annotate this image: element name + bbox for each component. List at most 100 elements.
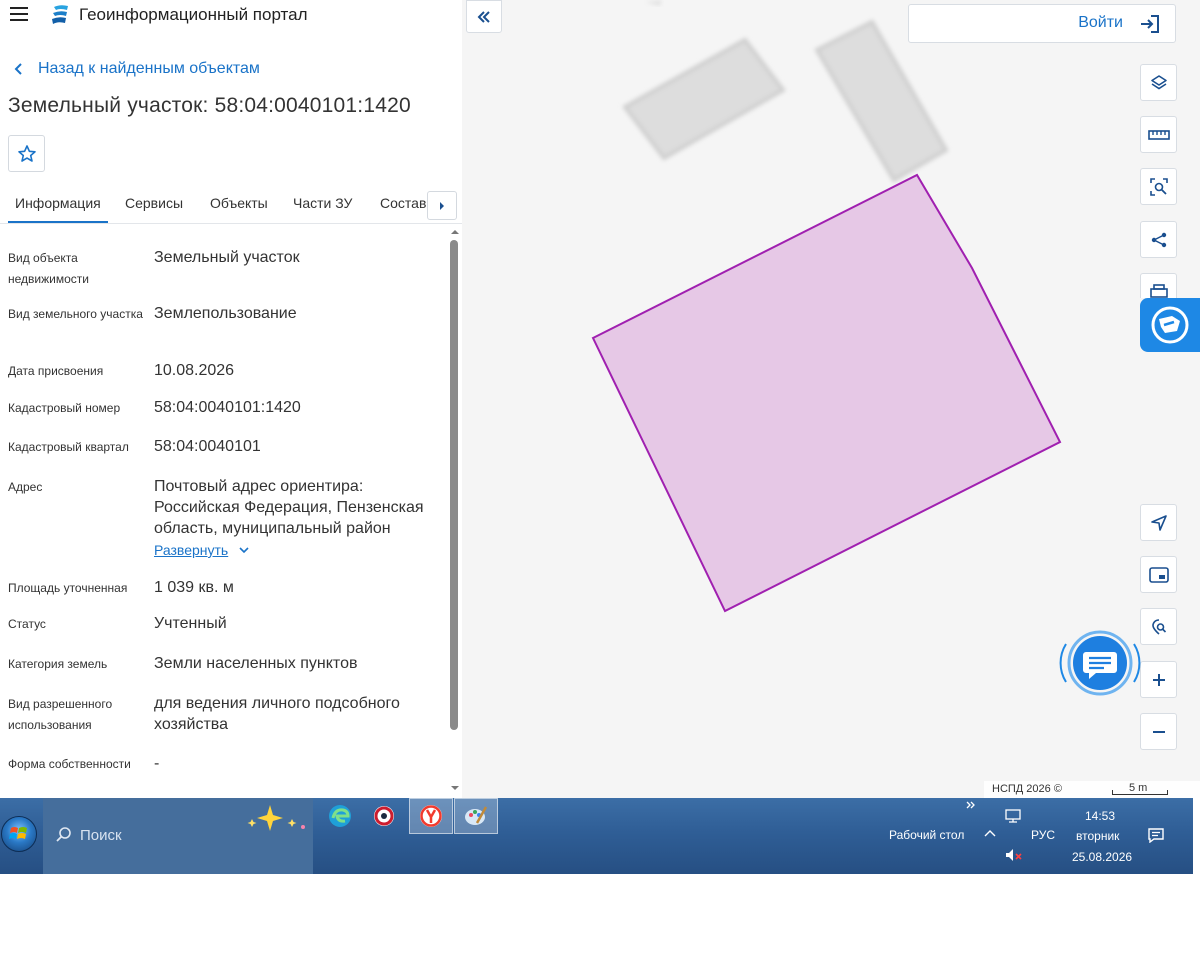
language-indicator[interactable]: РУС	[1031, 828, 1055, 842]
area-search-icon	[1149, 177, 1168, 196]
layers-button[interactable]	[1140, 64, 1177, 101]
gosuslugi-button[interactable]	[1140, 298, 1200, 352]
chat-button[interactable]	[1058, 630, 1142, 696]
start-button[interactable]	[1, 816, 37, 852]
scroll-down-arrow-icon[interactable]	[450, 784, 460, 792]
gosuslugi-icon	[1151, 306, 1189, 344]
chevron-left-icon	[14, 63, 22, 75]
geo-search-icon	[1151, 618, 1166, 635]
notifications-icon[interactable]	[1148, 828, 1164, 843]
chat-bubble-icon	[1059, 630, 1141, 696]
header: Геоинформационный портал	[0, 0, 462, 32]
info-value: для ведения личного подсобного хозяйства	[154, 695, 400, 733]
scale-bar	[1112, 790, 1168, 795]
share-icon	[1151, 232, 1166, 247]
zoom-out-icon	[1152, 730, 1165, 733]
ruler-icon	[1147, 129, 1170, 140]
scrollbar-thumb[interactable]	[450, 240, 458, 730]
info-label: Кадастровый номер	[8, 401, 121, 415]
speaker-muted-icon[interactable]	[1005, 848, 1023, 862]
scroll-up-arrow-icon[interactable]	[450, 228, 460, 236]
chevron-down-icon	[239, 547, 249, 554]
chevron-double-right-icon[interactable]	[966, 801, 976, 809]
zoom-out-button[interactable]	[1140, 713, 1177, 750]
search-placeholder: Поиск	[80, 827, 122, 844]
screen: Геоинформационный портал Назад к найденн…	[0, 0, 1200, 960]
navigation-arrow-icon	[1150, 514, 1167, 531]
map-attribution: НСПД 2026 © 5 m	[984, 781, 1200, 798]
tab-services[interactable]: Сервисы	[125, 186, 183, 223]
collapse-panel-button[interactable]	[466, 0, 502, 33]
info-label: Площадь уточненная	[8, 581, 128, 595]
edge-icon	[329, 805, 351, 827]
ruler-button[interactable]	[1140, 116, 1177, 153]
tab-composition[interactable]: Состав	[380, 186, 426, 223]
minimap-button[interactable]	[1140, 556, 1177, 593]
building-shape	[814, 19, 949, 183]
back-link-label: Назад к найденным объектам	[38, 60, 260, 77]
sparkle-icon	[247, 805, 305, 831]
info-value: Землепользование	[154, 305, 297, 322]
building-shape	[645, 0, 662, 6]
map-view[interactable]: Войти НСПД 2026 © 5 m	[462, 0, 1200, 798]
zoom-in-icon	[1152, 673, 1165, 686]
clock-date[interactable]: 25.08.2026	[1072, 850, 1132, 864]
clock-weekday[interactable]: вторник	[1076, 829, 1119, 843]
info-label: Категория земель	[8, 657, 108, 671]
favorite-button[interactable]	[8, 135, 45, 172]
tab-parts[interactable]: Части ЗУ	[293, 186, 352, 223]
network-icon[interactable]	[1005, 809, 1021, 823]
info-value: Учтенный	[154, 615, 227, 632]
info-value: 10.08.2026	[154, 362, 235, 379]
land-parcel-polygon[interactable]	[591, 173, 1062, 613]
info-label: Вид земельного участка	[8, 307, 143, 321]
print-icon	[1149, 284, 1168, 298]
info-value: -	[154, 755, 160, 772]
windows-logo-icon	[9, 827, 27, 839]
info-label: Вид объекта недвижимости	[8, 251, 89, 286]
print-button[interactable]	[1140, 273, 1177, 298]
search-icon	[56, 827, 71, 842]
expand-address-link[interactable]: Развернуть	[154, 542, 250, 558]
login-button[interactable]: Войти	[908, 4, 1176, 43]
object-info-panel: Геоинформационный портал Назад к найденн…	[0, 0, 462, 798]
minimap-icon	[1148, 566, 1169, 583]
desktop-toolbar-label[interactable]: Рабочий стол	[889, 828, 964, 842]
info-label: Статус	[8, 617, 46, 631]
attribution-text: НСПД 2026 ©	[992, 783, 1062, 795]
zoom-in-button[interactable]	[1140, 661, 1177, 698]
expand-label: Развернуть	[154, 542, 229, 558]
tabs-next-button[interactable]	[427, 191, 457, 220]
back-to-results-link[interactable]: Назад к найденным объектам	[10, 58, 260, 80]
chevron-up-icon[interactable]	[984, 829, 996, 837]
info-label: Кадастровый квартал	[8, 440, 129, 454]
geo-search-button[interactable]	[1140, 608, 1177, 645]
taskbar: Поиск Рабочий стол РУС 14:53 вторник 25.…	[0, 798, 1193, 874]
tab-bar: Информация Сервисы Объекты Части ЗУ Сост…	[0, 186, 462, 224]
area-search-button[interactable]	[1140, 168, 1177, 205]
yandex-browser-app[interactable]	[409, 798, 453, 834]
locate-button[interactable]	[1140, 504, 1177, 541]
opera-app[interactable]	[362, 798, 406, 834]
info-value: 58:04:0040101	[154, 438, 261, 455]
clock-time[interactable]: 14:53	[1085, 809, 1115, 823]
info-value: 1 039 кв. м	[154, 579, 234, 596]
info-label: Адрес	[8, 480, 43, 494]
info-label: Вид разрешенного использования	[8, 697, 113, 732]
tab-information[interactable]: Информация	[8, 186, 108, 223]
info-value: 58:04:0040101:1420	[154, 399, 301, 416]
app-title: Геоинформационный портал	[79, 5, 308, 24]
share-button[interactable]	[1140, 221, 1177, 258]
info-value: Земельный участок	[154, 249, 300, 266]
edge-app[interactable]	[318, 798, 362, 834]
object-title: Земельный участок: 58:04:0040101:1420	[8, 94, 411, 117]
info-label: Форма собственности	[8, 757, 131, 771]
building-shape	[622, 37, 786, 161]
hamburger-icon[interactable]	[10, 7, 28, 21]
paint-app[interactable]	[454, 798, 498, 834]
taskbar-search-box[interactable]: Поиск	[43, 798, 313, 874]
tab-objects[interactable]: Объекты	[210, 186, 268, 223]
info-value: Почтовый адрес ориентира: Российская Фед…	[154, 478, 424, 537]
star-icon	[17, 144, 36, 162]
info-label: Дата присвоения	[8, 364, 104, 378]
